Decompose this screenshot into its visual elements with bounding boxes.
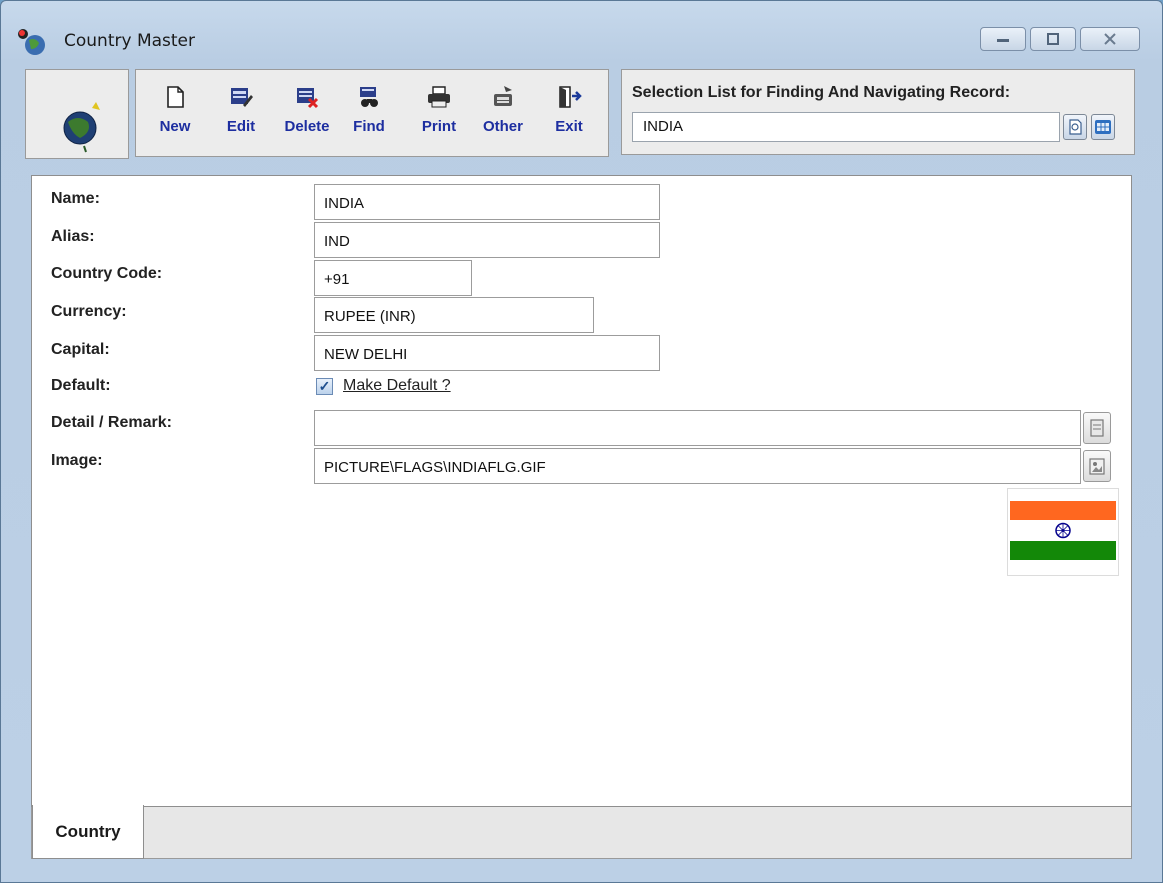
- flag-image-preview: [1007, 488, 1119, 576]
- tab-country[interactable]: Country: [32, 805, 144, 859]
- globe-logo-icon: [58, 98, 114, 159]
- title-bar[interactable]: Country Master: [1, 1, 1162, 57]
- currency-field[interactable]: RUPEE (INR): [314, 297, 594, 333]
- country-code-field[interactable]: +91: [314, 260, 472, 296]
- selection-list-button[interactable]: [1091, 114, 1115, 140]
- edit-button[interactable]: Edit: [212, 84, 270, 135]
- remark-label: Detail / Remark:: [51, 414, 172, 431]
- close-button[interactable]: [1080, 27, 1140, 51]
- selection-list-panel: Selection List for Finding And Navigatin…: [621, 69, 1135, 155]
- delete-icon: [294, 84, 320, 110]
- minimize-icon: [997, 39, 1009, 42]
- exit-button[interactable]: Exit: [540, 84, 598, 135]
- minimize-button[interactable]: [980, 27, 1026, 51]
- find-button[interactable]: Find: [340, 84, 398, 135]
- name-label: Name:: [51, 190, 100, 207]
- make-default-checkbox[interactable]: ✓: [316, 378, 333, 395]
- other-icon: [490, 84, 516, 110]
- new-document-icon: [162, 84, 188, 110]
- selection-list-label: Selection List for Finding And Navigatin…: [632, 84, 1011, 101]
- find-binoculars-icon: [356, 84, 382, 110]
- maximize-button[interactable]: [1030, 27, 1076, 51]
- logo-panel: [25, 69, 129, 159]
- delete-button[interactable]: Delete: [278, 84, 336, 135]
- alias-label: Alias:: [51, 228, 95, 245]
- image-browse-icon: [1089, 458, 1105, 475]
- image-browse-button[interactable]: [1083, 450, 1111, 482]
- toolbar-panel: New Edit Delete Find Print Other Exit: [135, 69, 609, 157]
- remark-edit-button[interactable]: [1083, 412, 1111, 444]
- capital-field[interactable]: NEW DELHI: [314, 335, 660, 371]
- name-field[interactable]: INDIA: [314, 184, 660, 220]
- app-globe-icon: [15, 25, 55, 65]
- printer-icon: [426, 84, 452, 110]
- default-label: Default:: [51, 377, 111, 394]
- window-title: Country Master: [64, 31, 195, 51]
- exit-door-icon: [556, 84, 582, 110]
- currency-label: Currency:: [51, 303, 127, 320]
- image-label: Image:: [51, 452, 103, 469]
- close-icon: [1104, 33, 1116, 45]
- tab-strip: Country: [31, 805, 1132, 859]
- country-form-panel: Name: INDIA Alias: IND Country Code: +91…: [31, 175, 1132, 807]
- memo-icon: [1090, 419, 1104, 437]
- other-button[interactable]: Other: [474, 84, 532, 135]
- new-button[interactable]: New: [146, 84, 204, 135]
- edit-icon: [228, 84, 254, 110]
- maximize-icon: [1047, 33, 1059, 45]
- remark-field[interactable]: [314, 410, 1081, 446]
- image-path-field[interactable]: PICTURE\FLAGS\INDIAFLG.GIF: [314, 448, 1081, 484]
- capital-label: Capital:: [51, 341, 110, 358]
- selection-list-input[interactable]: INDIA: [632, 112, 1060, 142]
- page-search-icon: [1069, 119, 1082, 135]
- selection-search-button[interactable]: [1063, 114, 1087, 140]
- india-flag-image: [1010, 501, 1116, 560]
- alias-field[interactable]: IND: [314, 222, 660, 258]
- country-master-window: Country Master New Edit Delete Find Prin…: [0, 0, 1163, 883]
- country-code-label: Country Code:: [51, 265, 163, 282]
- make-default-label[interactable]: Make Default ?: [343, 377, 451, 395]
- print-button[interactable]: Print: [410, 84, 468, 135]
- list-grid-icon: [1095, 120, 1111, 134]
- checkmark-icon: ✓: [318, 378, 331, 394]
